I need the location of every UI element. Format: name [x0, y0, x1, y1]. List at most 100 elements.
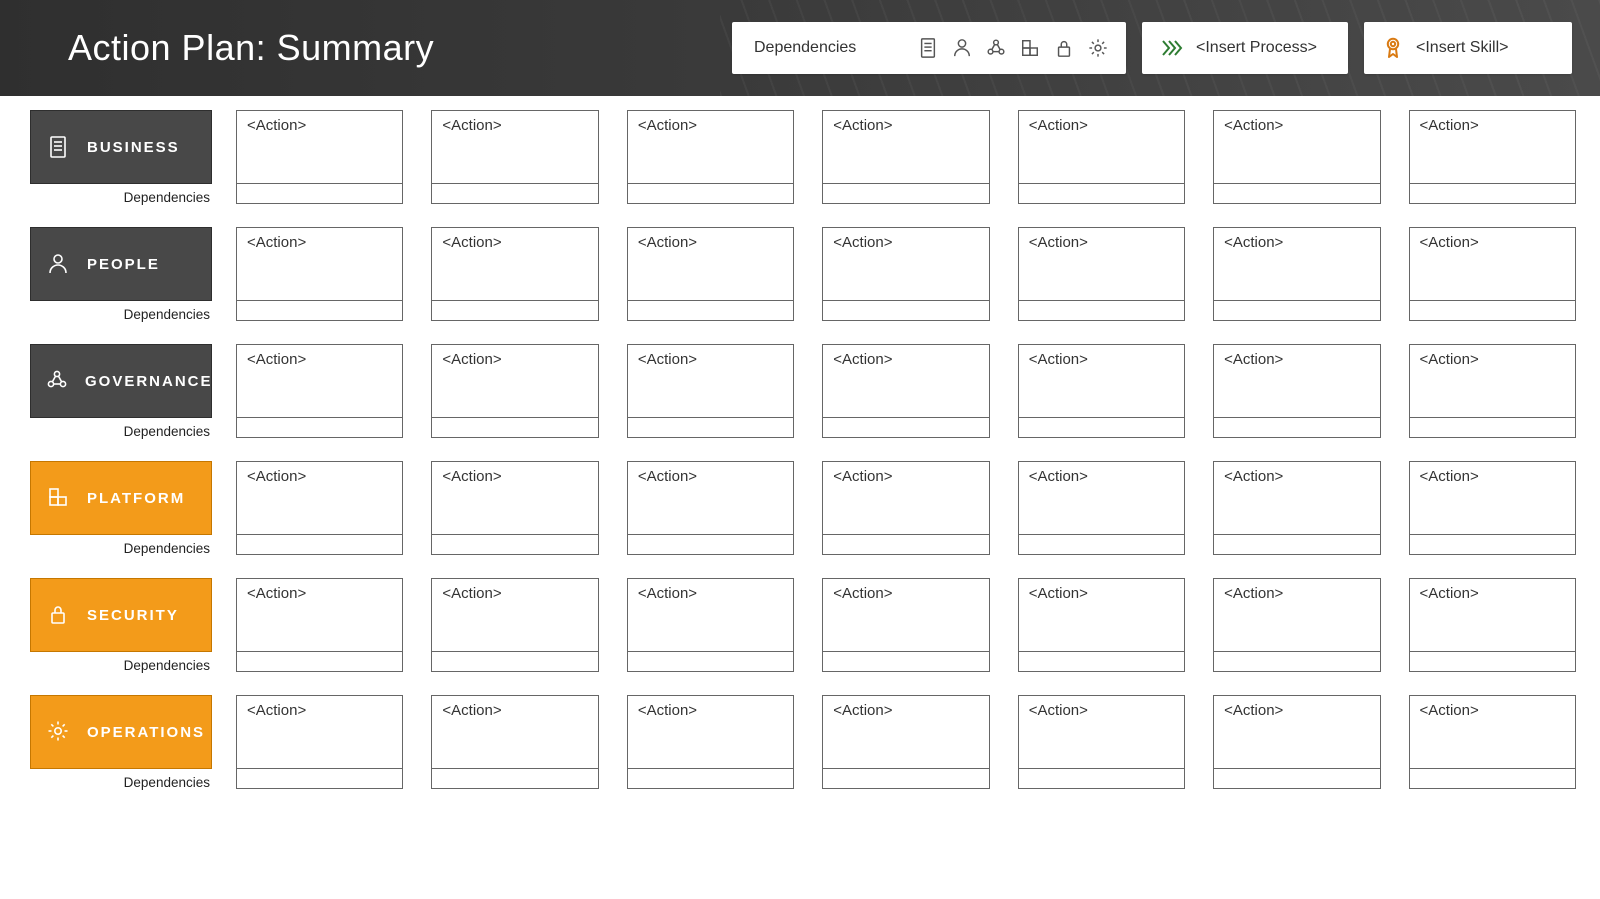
action-card[interactable]: <Action>	[1213, 578, 1380, 672]
action-dependency-slot	[823, 300, 988, 320]
action-dependency-slot	[1410, 768, 1575, 788]
category-column: SECURITY Dependencies	[30, 578, 214, 673]
action-card[interactable]: <Action>	[1409, 344, 1576, 438]
category-people[interactable]: PEOPLE	[30, 227, 212, 301]
action-card[interactable]: <Action>	[431, 344, 598, 438]
action-card[interactable]: <Action>	[236, 578, 403, 672]
category-security[interactable]: SECURITY	[30, 578, 212, 652]
action-card[interactable]: <Action>	[1018, 110, 1185, 204]
action-placeholder-text: <Action>	[237, 696, 402, 768]
action-card[interactable]: <Action>	[1018, 344, 1185, 438]
row-operations: OPERATIONSDependencies<Action><Action><A…	[30, 695, 1576, 790]
action-card[interactable]: <Action>	[431, 110, 598, 204]
nodes-icon	[45, 369, 69, 393]
process-icon	[1160, 37, 1184, 59]
action-placeholder-text: <Action>	[823, 462, 988, 534]
action-dependency-slot	[1214, 300, 1379, 320]
actions-strip: <Action> <Action> <Action> <Action> <Action>…	[236, 110, 1576, 204]
insert-process-label: <Insert Process>	[1196, 39, 1317, 57]
action-placeholder-text: <Action>	[237, 111, 402, 183]
action-card[interactable]: <Action>	[627, 110, 794, 204]
action-card[interactable]: <Action>	[431, 227, 598, 321]
action-card[interactable]: <Action>	[431, 461, 598, 555]
action-placeholder-text: <Action>	[1214, 228, 1379, 300]
action-card[interactable]: <Action>	[1409, 695, 1576, 789]
action-dependency-slot	[1410, 651, 1575, 671]
action-card[interactable]: <Action>	[1213, 110, 1380, 204]
action-dependency-slot	[1410, 183, 1575, 203]
action-dependency-slot	[1214, 183, 1379, 203]
action-dependency-slot	[1019, 417, 1184, 437]
action-card[interactable]: <Action>	[1018, 227, 1185, 321]
action-dependency-slot	[823, 417, 988, 437]
action-card[interactable]: <Action>	[1409, 227, 1576, 321]
action-card[interactable]: <Action>	[236, 344, 403, 438]
action-card[interactable]: <Action>	[822, 578, 989, 672]
action-card[interactable]: <Action>	[627, 461, 794, 555]
action-dependency-slot	[628, 651, 793, 671]
insert-skill-pill[interactable]: <Insert Skill>	[1364, 22, 1572, 74]
row-security: SECURITY Dependencies <Action> <Action> <Act…	[30, 578, 1576, 673]
row-platform: PLATFORMDependencies<Action><Action><Act…	[30, 461, 1576, 556]
action-card[interactable]: <Action>	[822, 344, 989, 438]
action-card[interactable]: <Action>	[1409, 461, 1576, 555]
action-card[interactable]: <Action>	[627, 578, 794, 672]
action-card[interactable]: <Action>	[1213, 227, 1380, 321]
action-card[interactable]: <Action>	[236, 110, 403, 204]
action-placeholder-text: <Action>	[823, 111, 988, 183]
action-card[interactable]: <Action>	[236, 227, 403, 321]
action-placeholder-text: <Action>	[823, 696, 988, 768]
category-governance[interactable]: GOVERNANCE	[30, 344, 212, 418]
action-card[interactable]: <Action>	[1018, 695, 1185, 789]
action-card[interactable]: <Action>	[627, 344, 794, 438]
action-dependency-slot	[823, 534, 988, 554]
action-card[interactable]: <Action>	[1409, 578, 1576, 672]
insert-skill-label: <Insert Skill>	[1416, 39, 1508, 57]
action-card[interactable]: <Action>	[1213, 695, 1380, 789]
category-operations[interactable]: OPERATIONS	[30, 695, 212, 769]
actions-strip: <Action> <Action> <Action> <Action> <Action>…	[236, 461, 1576, 555]
category-label: OPERATIONS	[87, 724, 205, 741]
dependencies-sublabel: Dependencies	[30, 541, 214, 556]
row-governance: GOVERNANCEDependencies<Action><Action><A…	[30, 344, 1576, 439]
action-card[interactable]: <Action>	[822, 461, 989, 555]
action-dependency-slot	[628, 534, 793, 554]
row-people: PEOPLEDependencies<Action><Action><Actio…	[30, 227, 1576, 322]
action-placeholder-text: <Action>	[432, 345, 597, 417]
action-card[interactable]: <Action>	[431, 578, 598, 672]
action-placeholder-text: <Action>	[1019, 228, 1184, 300]
lock-icon	[45, 603, 71, 627]
action-card[interactable]: <Action>	[822, 110, 989, 204]
action-card[interactable]: <Action>	[1213, 344, 1380, 438]
action-placeholder-text: <Action>	[628, 696, 793, 768]
action-card[interactable]: <Action>	[1213, 461, 1380, 555]
action-card[interactable]: <Action>	[236, 695, 403, 789]
action-card[interactable]: <Action>	[1409, 110, 1576, 204]
action-dependency-slot	[823, 768, 988, 788]
action-card[interactable]: <Action>	[1018, 578, 1185, 672]
insert-process-pill[interactable]: <Insert Process>	[1142, 22, 1348, 74]
dependencies-legend: Dependencies	[732, 22, 1126, 74]
action-dependency-slot	[1214, 534, 1379, 554]
action-card[interactable]: <Action>	[627, 695, 794, 789]
action-card[interactable]: <Action>	[822, 227, 989, 321]
action-dependency-slot	[1019, 651, 1184, 671]
action-card[interactable]: <Action>	[1018, 461, 1185, 555]
dependencies-sublabel: Dependencies	[30, 658, 214, 673]
category-business[interactable]: BUSINESS	[30, 110, 212, 184]
action-dependency-slot	[237, 417, 402, 437]
header-bar: Action Plan: Summary Dependencies <Inser…	[0, 0, 1600, 96]
action-dependency-slot	[1410, 534, 1575, 554]
action-card[interactable]: <Action>	[822, 695, 989, 789]
action-placeholder-text: <Action>	[823, 228, 988, 300]
action-card[interactable]: <Action>	[431, 695, 598, 789]
category-column: GOVERNANCEDependencies	[30, 344, 214, 439]
action-placeholder-text: <Action>	[237, 579, 402, 651]
action-card[interactable]: <Action>	[627, 227, 794, 321]
category-platform[interactable]: PLATFORM	[30, 461, 212, 535]
action-dependency-slot	[237, 300, 402, 320]
action-card[interactable]: <Action>	[236, 461, 403, 555]
action-placeholder-text: <Action>	[628, 111, 793, 183]
nodes-icon	[986, 37, 1006, 59]
action-dependency-slot	[628, 183, 793, 203]
